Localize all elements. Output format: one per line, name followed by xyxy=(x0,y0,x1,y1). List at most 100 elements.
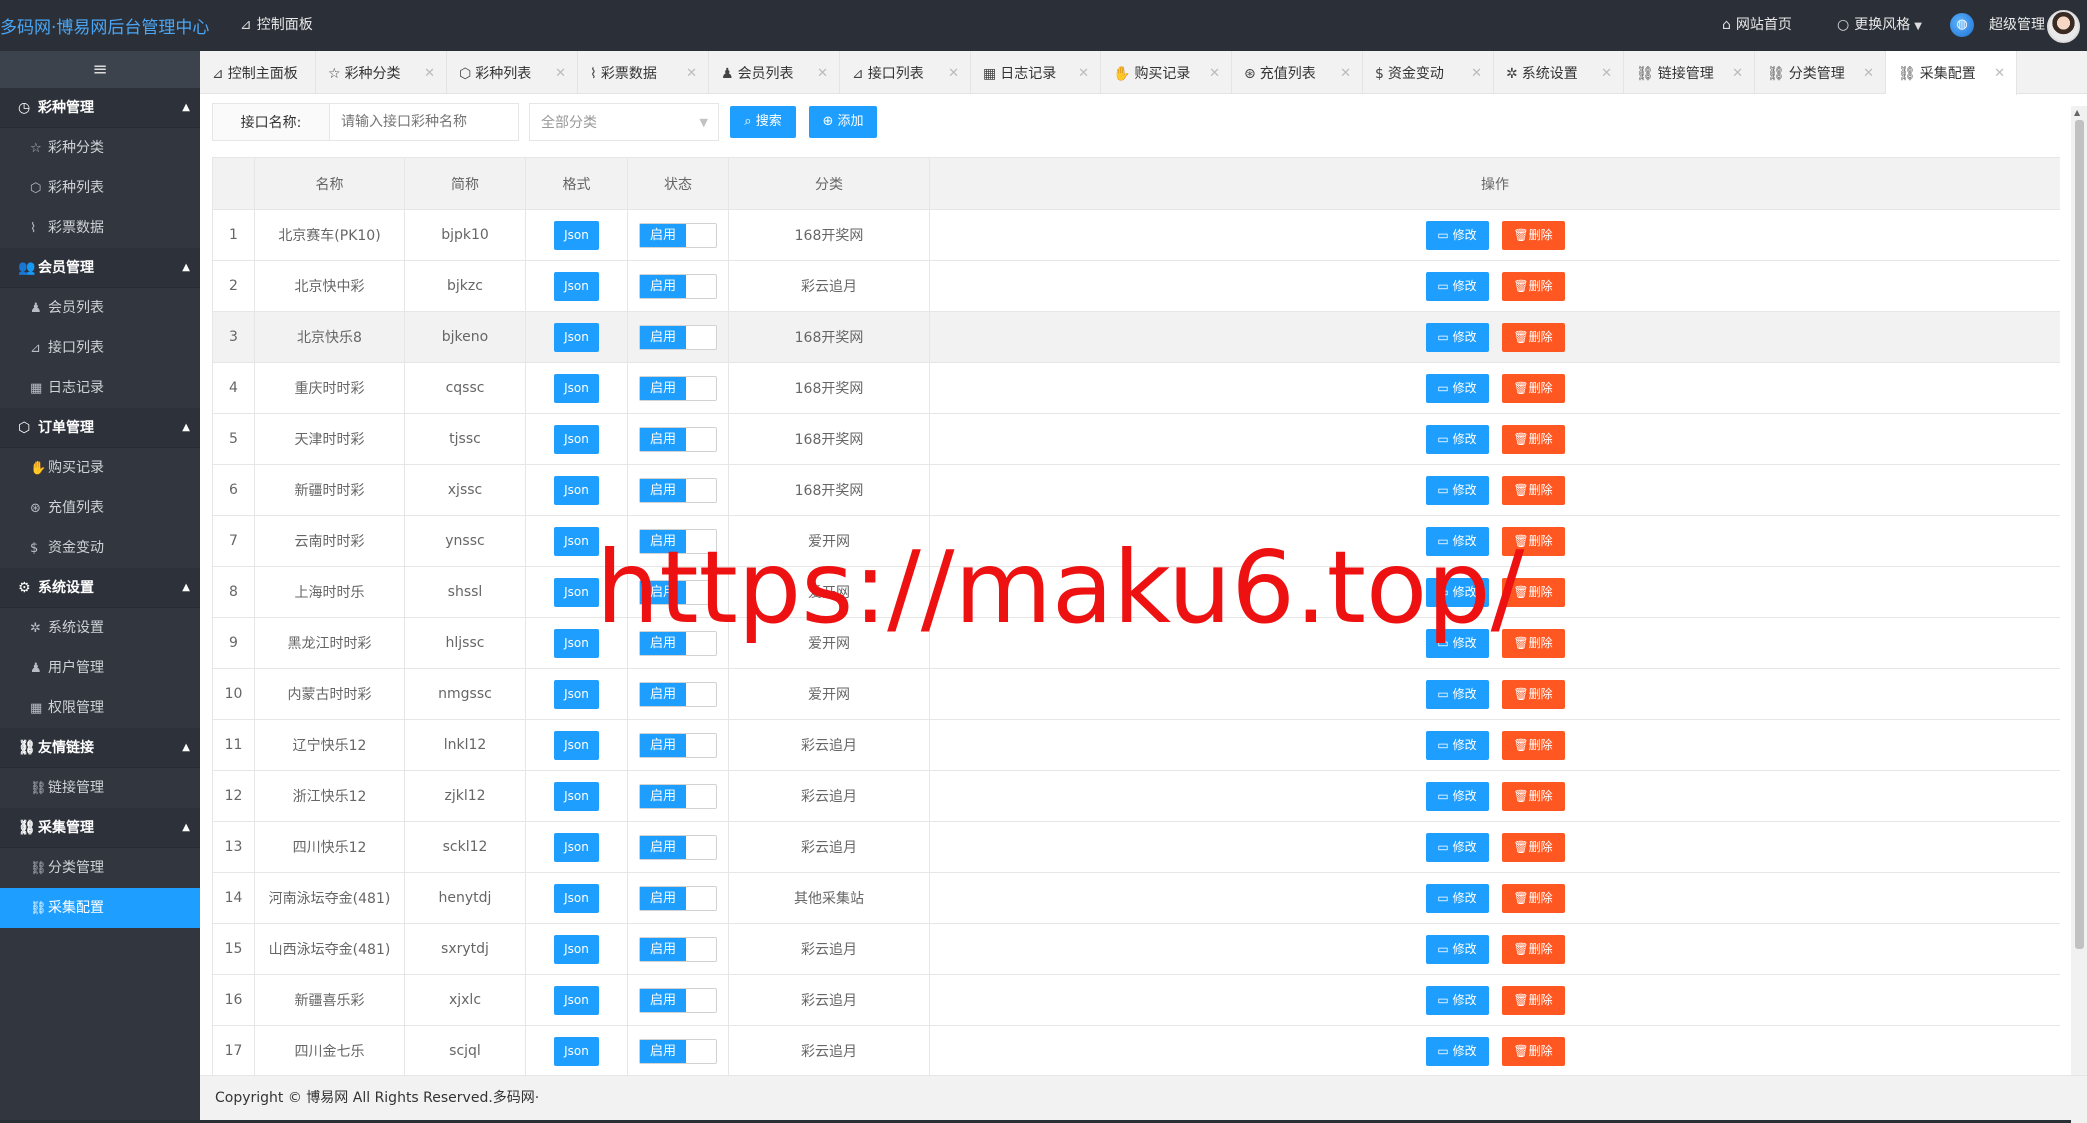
status-toggle[interactable]: 启用 xyxy=(639,426,717,452)
sidebar-item-users[interactable]: ♟ 用户管理 xyxy=(0,648,200,688)
sidebar-item-category-manage[interactable]: ⛓分类管理 xyxy=(0,848,200,888)
tab-dashboard[interactable]: ⊿ 控制主面板 xyxy=(200,51,316,94)
close-icon[interactable]: ✕ xyxy=(817,51,828,97)
close-icon[interactable]: ✕ xyxy=(1078,51,1089,97)
json-format-button[interactable]: Json xyxy=(554,475,599,505)
sidebar-item-recharges[interactable]: ⊛ 充值列表 xyxy=(0,488,200,528)
search-button[interactable]: ⌕ 搜索 xyxy=(730,106,796,138)
delete-button[interactable]: 🗑删除 xyxy=(1501,883,1565,913)
category-select[interactable]: 全部分类 ▼ xyxy=(529,103,719,141)
edit-button[interactable]: ▭ 修改 xyxy=(1425,373,1489,403)
edit-button[interactable]: ▭ 修改 xyxy=(1425,577,1489,607)
delete-button[interactable]: 🗑删除 xyxy=(1501,322,1565,352)
close-icon[interactable]: ✕ xyxy=(686,51,697,97)
sidebar-item-member-list[interactable]: ♟ 会员列表 xyxy=(0,288,200,328)
sidebar-group-collect[interactable]: ⛓ 采集管理 ▲ xyxy=(0,808,200,848)
json-format-button[interactable]: Json xyxy=(554,271,599,301)
sidebar-group-settings[interactable]: ⚙ 系统设置 ▲ xyxy=(0,568,200,608)
close-icon[interactable]: ✕ xyxy=(1994,51,2005,97)
tab-log[interactable]: ▦ 日志记录 ✕ xyxy=(971,51,1101,94)
brand-title[interactable]: 多码网·博易网后台管理中心 xyxy=(0,0,209,51)
sidebar-item-lottery-list[interactable]: ⬡ 彩种列表 xyxy=(0,168,200,208)
site-home-link[interactable]: ⌂ 网站首页 xyxy=(1722,0,1792,51)
user-name[interactable]: 超级管理 xyxy=(1989,0,2045,51)
status-toggle[interactable]: 启用 xyxy=(639,1038,717,1064)
edit-button[interactable]: ▭ 修改 xyxy=(1425,322,1489,352)
scrollbar-thumb[interactable] xyxy=(2075,120,2084,949)
edit-button[interactable]: ▭ 修改 xyxy=(1425,526,1489,556)
delete-button[interactable]: 🗑删除 xyxy=(1501,832,1565,862)
status-toggle[interactable]: 启用 xyxy=(639,681,717,707)
close-icon[interactable]: ✕ xyxy=(424,51,435,97)
status-toggle[interactable]: 启用 xyxy=(639,783,717,809)
status-toggle[interactable]: 启用 xyxy=(639,477,717,503)
sidebar-item-purchases[interactable]: ✋ 购买记录 xyxy=(0,448,200,488)
tab-collect-config[interactable]: ⛓ 采集配置 ✕ xyxy=(1886,51,2017,95)
edit-button[interactable]: ▭ 修改 xyxy=(1425,271,1489,301)
json-format-button[interactable]: Json xyxy=(554,220,599,250)
json-format-button[interactable]: Json xyxy=(554,373,599,403)
json-format-button[interactable]: Json xyxy=(554,628,599,658)
delete-button[interactable]: 🗑删除 xyxy=(1501,781,1565,811)
json-format-button[interactable]: Json xyxy=(554,577,599,607)
status-toggle[interactable]: 启用 xyxy=(639,834,717,860)
delete-button[interactable]: 🗑删除 xyxy=(1501,424,1565,454)
close-icon[interactable]: ✕ xyxy=(1863,51,1874,97)
avatar[interactable] xyxy=(2047,10,2080,43)
menu-toggle-icon[interactable]: ≡ xyxy=(0,51,200,88)
sidebar-item-lottery-data[interactable]: ⌇ 彩票数据 xyxy=(0,208,200,248)
sidebar-group-links[interactable]: ⛓ 友情链接 ▲ xyxy=(0,728,200,768)
sidebar-item-collect-config[interactable]: ⛓采集配置 xyxy=(0,888,200,928)
close-icon[interactable]: ✕ xyxy=(1732,51,1743,97)
status-toggle[interactable]: 启用 xyxy=(639,936,717,962)
delete-button[interactable]: 🗑删除 xyxy=(1501,934,1565,964)
status-toggle[interactable]: 启用 xyxy=(639,630,717,656)
delete-button[interactable]: 🗑删除 xyxy=(1501,526,1565,556)
json-format-button[interactable]: Json xyxy=(554,322,599,352)
delete-button[interactable]: 🗑删除 xyxy=(1501,679,1565,709)
tab-lottery-data[interactable]: ⌇ 彩票数据 ✕ xyxy=(578,51,709,94)
edit-button[interactable]: ▭ 修改 xyxy=(1425,883,1489,913)
edit-button[interactable]: ▭ 修改 xyxy=(1425,832,1489,862)
sidebar-group-orders[interactable]: ⬡ 订单管理 ▲ xyxy=(0,408,200,448)
sidebar-item-funds[interactable]: $ 资金变动 xyxy=(0,528,200,568)
status-toggle[interactable]: 启用 xyxy=(639,885,717,911)
json-format-button[interactable]: Json xyxy=(554,1036,599,1066)
json-format-button[interactable]: Json xyxy=(554,985,599,1015)
dashboard-link[interactable]: ⊿ 控制面板 xyxy=(240,0,313,51)
close-icon[interactable]: ✕ xyxy=(1340,51,1351,97)
delete-button[interactable]: 🗑删除 xyxy=(1501,1036,1565,1066)
status-toggle[interactable]: 启用 xyxy=(639,222,717,248)
sidebar-item-lottery-category[interactable]: ☆ 彩种分类 xyxy=(0,128,200,168)
delete-button[interactable]: 🗑删除 xyxy=(1501,220,1565,250)
delete-button[interactable]: 🗑删除 xyxy=(1501,475,1565,505)
edit-button[interactable]: ▭ 修改 xyxy=(1425,679,1489,709)
tab-purchases[interactable]: ✋ 购买记录 ✕ xyxy=(1101,51,1232,94)
delete-button[interactable]: 🗑删除 xyxy=(1501,985,1565,1015)
add-button[interactable]: ⊕ 添加 xyxy=(809,106,877,138)
delete-button[interactable]: 🗑删除 xyxy=(1501,577,1565,607)
sidebar-group-members[interactable]: 👥 会员管理 ▲ xyxy=(0,248,200,288)
edit-button[interactable]: ▭ 修改 xyxy=(1425,985,1489,1015)
json-format-button[interactable]: Json xyxy=(554,730,599,760)
json-format-button[interactable]: Json xyxy=(554,883,599,913)
edit-button[interactable]: ▭ 修改 xyxy=(1425,1036,1489,1066)
close-icon[interactable]: ✕ xyxy=(1601,51,1612,97)
scroll-up-icon[interactable]: ▲ xyxy=(2074,108,2080,117)
sidebar-item-permissions[interactable]: ▦ 权限管理 xyxy=(0,688,200,728)
json-format-button[interactable]: Json xyxy=(554,832,599,862)
close-icon[interactable]: ✕ xyxy=(948,51,959,97)
tab-member-list[interactable]: ♟ 会员列表 ✕ xyxy=(709,51,840,94)
edit-button[interactable]: ▭ 修改 xyxy=(1425,730,1489,760)
status-toggle[interactable]: 启用 xyxy=(639,273,717,299)
status-toggle[interactable]: 启用 xyxy=(639,375,717,401)
json-format-button[interactable]: Json xyxy=(554,934,599,964)
json-format-button[interactable]: Json xyxy=(554,424,599,454)
close-icon[interactable]: ✕ xyxy=(555,51,566,97)
status-toggle[interactable]: 启用 xyxy=(639,324,717,350)
delete-button[interactable]: 🗑删除 xyxy=(1501,628,1565,658)
edit-button[interactable]: ▭ 修改 xyxy=(1425,934,1489,964)
globe-icon[interactable]: ◍ xyxy=(1950,13,1974,37)
tab-link-manage[interactable]: ⛓ 链接管理 ✕ xyxy=(1624,51,1755,94)
json-format-button[interactable]: Json xyxy=(554,781,599,811)
